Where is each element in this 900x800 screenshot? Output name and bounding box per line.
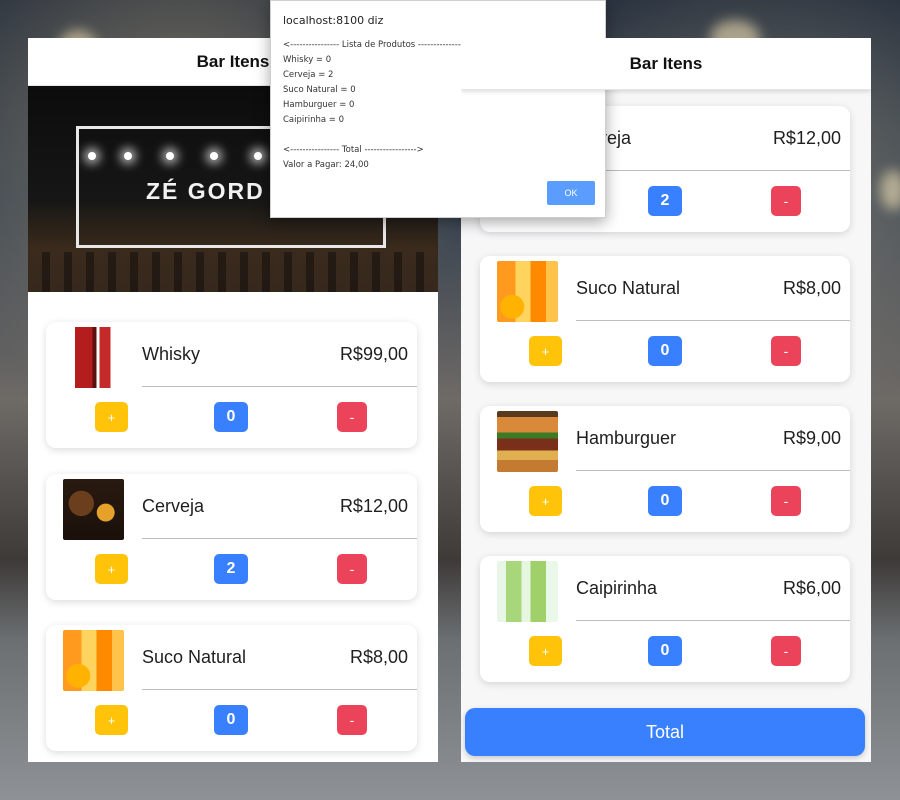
- product-name: Cerveja: [142, 496, 205, 516]
- add-button[interactable]: +: [95, 402, 128, 432]
- quantity-badge[interactable]: 0: [648, 336, 682, 366]
- quantity-badge[interactable]: 2: [648, 186, 682, 216]
- product-price: R$6,00: [782, 578, 841, 598]
- product-name: Whisky: [142, 344, 200, 364]
- juice-image: [63, 630, 124, 691]
- product-card-suco-natural: Suco Natural R$8,00 + 0 -: [46, 625, 417, 751]
- divider: [142, 689, 417, 690]
- quantity-badge[interactable]: 0: [214, 705, 248, 735]
- product-price: R$8,00: [349, 647, 408, 667]
- product-price: R$9,00: [782, 428, 841, 448]
- quantity-badge[interactable]: 0: [648, 636, 682, 666]
- divider: [576, 320, 850, 321]
- product-card-suco-natural: Suco Natural R$8,00 + 0 -: [480, 256, 850, 382]
- product-price: R$12,00: [339, 496, 408, 516]
- product-card-whisky: Whisky R$99,00 + 0 -: [46, 322, 417, 448]
- product-name: Caipirinha: [576, 578, 658, 598]
- product-name: Hamburguer: [576, 428, 677, 448]
- divider: [142, 386, 417, 387]
- divider: [576, 470, 850, 471]
- remove-button[interactable]: -: [771, 636, 801, 666]
- add-button[interactable]: +: [529, 636, 562, 666]
- product-card-hamburguer: Hamburguer R$9,00 + 0 -: [480, 406, 850, 532]
- beer-image: [63, 479, 124, 540]
- remove-button[interactable]: -: [337, 554, 367, 584]
- add-button[interactable]: +: [95, 554, 128, 584]
- product-name: Suco Natural: [576, 278, 681, 298]
- banner-floor: [28, 252, 438, 292]
- remove-button[interactable]: -: [337, 402, 367, 432]
- whisky-bottle-image: [63, 327, 124, 388]
- ok-button[interactable]: OK: [547, 181, 595, 205]
- juice-image: [497, 261, 558, 322]
- quantity-badge[interactable]: 0: [648, 486, 682, 516]
- quantity-badge[interactable]: 2: [214, 554, 248, 584]
- add-button[interactable]: +: [95, 705, 128, 735]
- product-price: R$99,00: [339, 344, 408, 364]
- product-price: R$8,00: [782, 278, 841, 298]
- quantity-badge[interactable]: 0: [214, 402, 248, 432]
- dialog-message: <---------------- Lista de Produtos ----…: [283, 40, 468, 170]
- dialog-title: localhost:8100 diz: [283, 14, 384, 27]
- product-price: R$12,00: [772, 128, 841, 148]
- divider: [142, 538, 417, 539]
- total-button[interactable]: Total: [465, 708, 865, 756]
- add-button[interactable]: +: [529, 486, 562, 516]
- remove-button[interactable]: -: [337, 705, 367, 735]
- product-card-cerveja: Cerveja R$12,00 + 2 -: [46, 474, 417, 600]
- page-title: Bar Itens: [461, 38, 871, 90]
- add-button[interactable]: +: [529, 336, 562, 366]
- alert-dialog: localhost:8100 diz <---------------- Lis…: [270, 0, 606, 218]
- divider: [576, 620, 850, 621]
- remove-button[interactable]: -: [771, 486, 801, 516]
- caipirinha-image: [497, 561, 558, 622]
- product-card-caipirinha: Caipirinha R$6,00 + 0 -: [480, 556, 850, 682]
- divider: [576, 170, 850, 171]
- burger-image: [497, 411, 558, 472]
- remove-button[interactable]: -: [771, 336, 801, 366]
- product-name: Suco Natural: [142, 647, 247, 667]
- bokeh-light: [880, 170, 900, 210]
- bar-logo: ZÉ GORD: [146, 178, 265, 204]
- remove-button[interactable]: -: [771, 186, 801, 216]
